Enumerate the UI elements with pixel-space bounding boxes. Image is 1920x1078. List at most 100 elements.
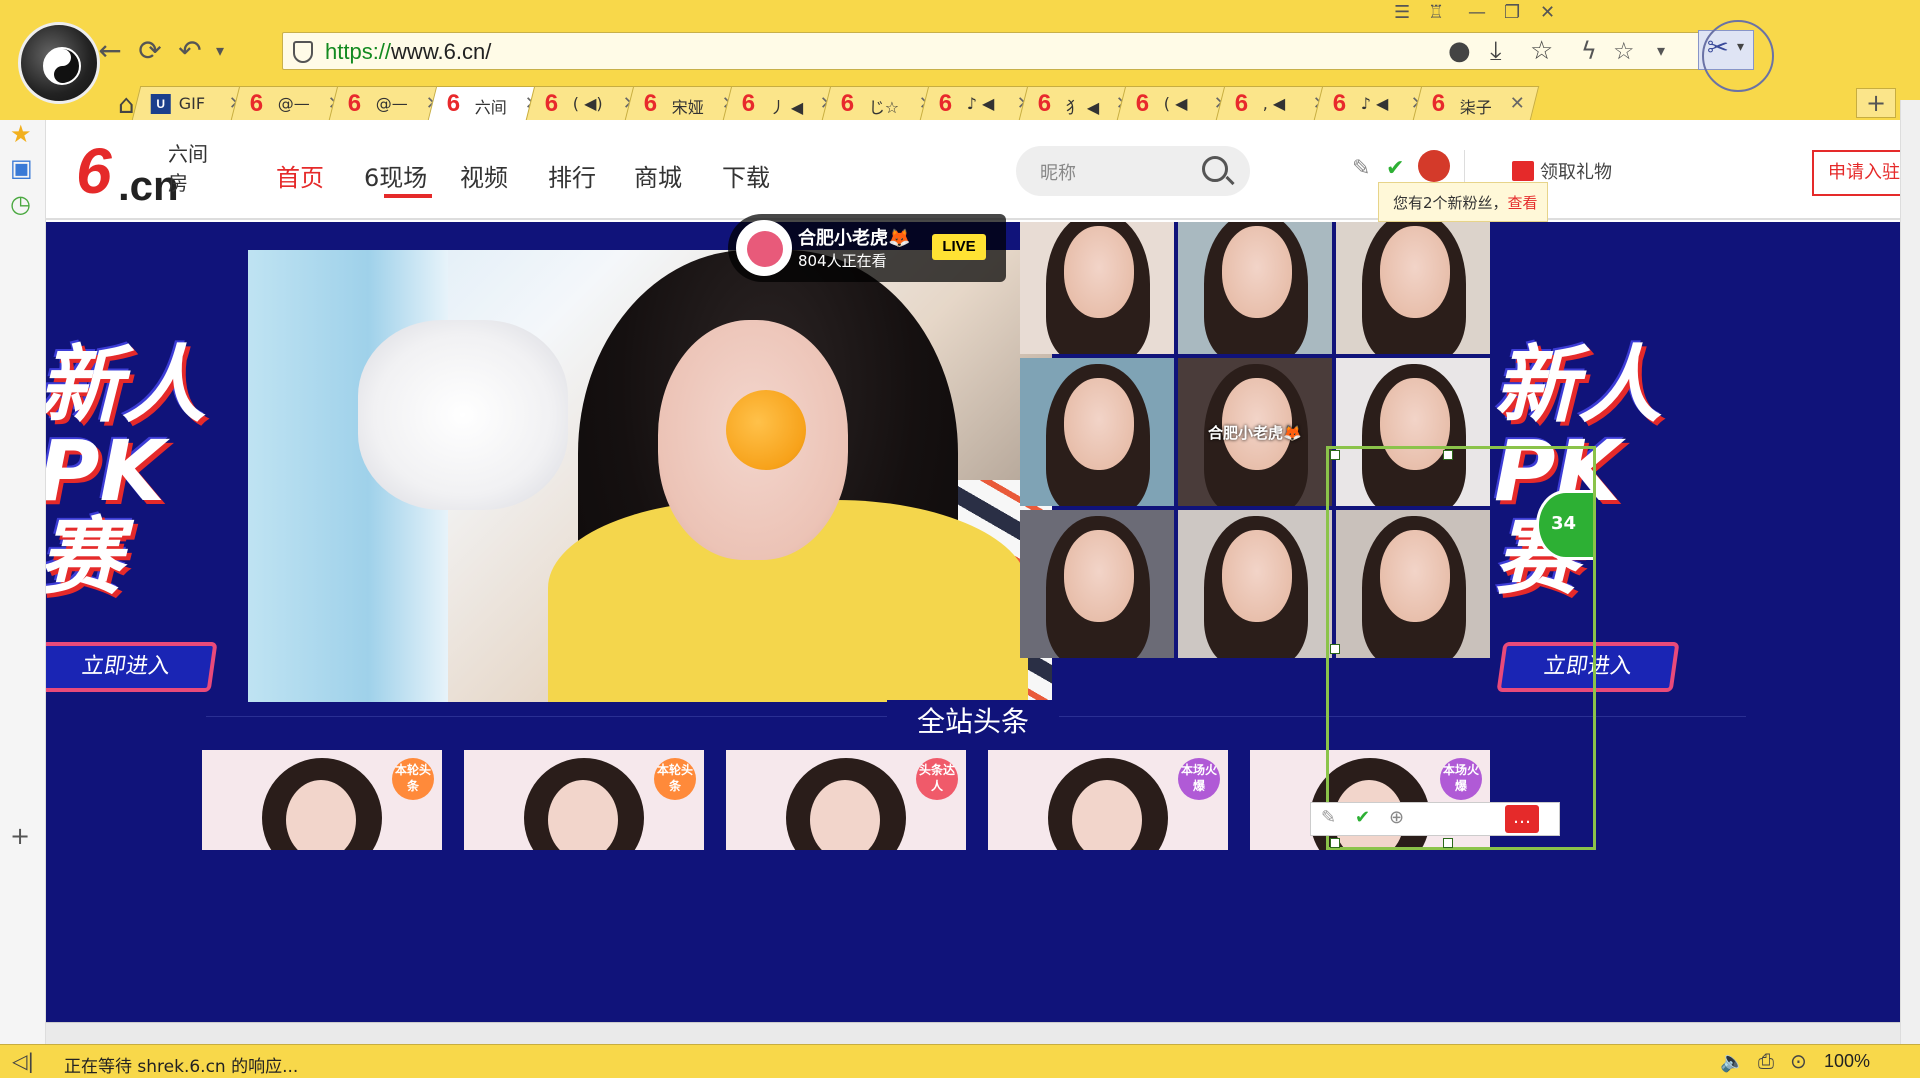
nav-item[interactable]: 6现场: [364, 158, 427, 193]
addr-dropdown-icon[interactable]: ▾: [1657, 41, 1665, 60]
selection-handle[interactable]: [1443, 838, 1453, 848]
selection-handle[interactable]: [1443, 450, 1453, 460]
sidebar-toggle-icon[interactable]: ◁|: [12, 1049, 34, 1073]
search-icon[interactable]: [1202, 156, 1228, 182]
nav-item[interactable]: 视频: [460, 158, 508, 193]
menu-icon[interactable]: ☰: [1394, 2, 1410, 23]
undo-dropdown-icon[interactable]: ▾: [202, 33, 238, 69]
promo-banner-left[interactable]: 新人 PK赛 立即进入: [46, 342, 218, 692]
view-fans-link[interactable]: 查看: [1508, 194, 1538, 212]
add-sidebar-icon[interactable]: +: [10, 822, 30, 850]
headline-card[interactable]: 本轮头条: [464, 750, 704, 850]
live-video-player[interactable]: [248, 250, 1052, 702]
refresh-icon[interactable]: ⟳: [132, 33, 168, 69]
tab-favicon-icon: 6: [446, 90, 460, 117]
selection-handle[interactable]: [1330, 644, 1340, 654]
address-bar[interactable]: https://www.6.cn/ ϟ ☆ ▾: [282, 32, 1700, 70]
streamer-thumbnail[interactable]: [1020, 358, 1174, 506]
streamer-avatar[interactable]: [736, 220, 792, 276]
active-menu-underline: [384, 194, 432, 198]
browser-sidebar: ★ ▣ ◷ +: [0, 120, 46, 1044]
chat-icon[interactable]: …: [1505, 805, 1539, 833]
tab-title: ♪ ◀: [1360, 94, 1389, 113]
gift-icon: [1512, 161, 1534, 181]
site-logo[interactable]: 6 .cn 六间房: [76, 136, 216, 209]
streamer-thumbnail[interactable]: [1178, 222, 1332, 354]
security-status-icon[interactable]: ⊙: [1790, 1049, 1807, 1073]
chat-bubble-icon[interactable]: ●: [1448, 36, 1471, 66]
horizontal-scrollbar[interactable]: [46, 1022, 1900, 1044]
url-text[interactable]: https://www.6.cn/: [325, 39, 491, 65]
nav-item[interactable]: 首页: [276, 158, 324, 193]
skin-icon[interactable]: ♖: [1428, 2, 1444, 23]
tab-favicon-icon: 6: [1332, 90, 1347, 117]
card-tag-badge: 本轮头条: [654, 758, 696, 800]
nav-item[interactable]: 商城: [634, 158, 682, 193]
headline-card[interactable]: 本场火爆: [988, 750, 1228, 850]
nav-item[interactable]: 排行: [548, 158, 596, 193]
streamer-name[interactable]: 合肥小老虎🦊: [798, 224, 910, 250]
favorites-star-icon[interactable]: ★: [10, 120, 32, 148]
back-arrow-icon[interactable]: ←: [92, 33, 128, 69]
tab-title: @—: [375, 94, 408, 113]
edit-icon[interactable]: ✎: [1352, 156, 1370, 181]
browser-toolbar: ← ⟳ ↶ ▾ https://www.6.cn/ ϟ ☆ ▾ ✂ ▾ ● ⤓ …: [0, 0, 1920, 120]
restore-icon[interactable]: ❐: [1504, 2, 1520, 23]
live-info-badge[interactable]: 合肥小老虎🦊 804人正在看 LIVE: [728, 214, 1006, 282]
tablet-icon[interactable]: ▣: [10, 154, 33, 182]
viewer-count: 804人正在看: [798, 252, 887, 270]
zoom-small-icon[interactable]: ⊕: [1389, 807, 1404, 828]
tab-title: , ◀: [1262, 94, 1285, 113]
check-circle-icon[interactable]: ✔: [1386, 156, 1404, 181]
promo-title-line1: 新人: [1494, 336, 1663, 434]
headline-card[interactable]: 头条达人: [726, 750, 966, 850]
screenshot-selection[interactable]: [1326, 446, 1596, 850]
streamer-thumbnail[interactable]: [1336, 222, 1490, 354]
zoom-level[interactable]: 100%: [1824, 1051, 1870, 1072]
nav-item[interactable]: 下载: [722, 158, 770, 193]
download-icon[interactable]: ⤓: [1490, 36, 1502, 67]
streamer-thumbnail[interactable]: [1020, 222, 1174, 354]
selection-handle[interactable]: [1330, 838, 1340, 848]
tab-favicon-icon: 6: [741, 90, 756, 117]
selection-handle[interactable]: [1330, 450, 1340, 460]
edit-small-icon[interactable]: ✎: [1321, 807, 1336, 828]
streamer-thumbnail[interactable]: 合肥小老虎🦊: [1178, 358, 1332, 506]
new-fans-tip: 您有2个新粉丝，查看: [1378, 182, 1548, 222]
new-tab-button[interactable]: +: [1856, 88, 1896, 118]
star-icon[interactable]: ☆: [1613, 37, 1635, 65]
tab-favicon-icon: 6: [643, 90, 657, 117]
tab-favicon-icon: U: [150, 94, 171, 114]
headline-card[interactable]: 本轮头条: [202, 750, 442, 850]
tab-close-icon[interactable]: ✕: [1509, 93, 1524, 114]
main-content: 新人 PK赛 立即进入 新人 PK赛 立即进入 合肥小老虎🦊 全站头条 本轮头条 本轮…: [46, 222, 1900, 1022]
tab-title: 犭 ◀: [1065, 98, 1099, 117]
volume-icon[interactable]: 🔈: [1720, 1049, 1745, 1073]
search-box[interactable]: 昵称: [1016, 146, 1250, 196]
user-avatar[interactable]: [1418, 150, 1450, 182]
printer-icon[interactable]: ⎙: [1758, 1049, 1774, 1073]
tab-title: 丿 ◀: [769, 98, 804, 117]
browser-tab[interactable]: 6 柒子 ✕: [1412, 86, 1539, 120]
streamer-thumbnail[interactable]: [1178, 510, 1332, 658]
tab-favicon-icon: 6: [1037, 90, 1051, 117]
search-input[interactable]: 昵称: [1040, 159, 1076, 185]
tab-favicon-icon: 6: [1234, 90, 1248, 117]
tab-title: GIF: [178, 94, 206, 113]
tab-favicon-icon: 6: [840, 90, 854, 117]
enter-now-button[interactable]: 立即进入: [46, 642, 218, 692]
minimize-icon[interactable]: —: [1468, 2, 1486, 23]
history-clock-icon[interactable]: ◷: [10, 190, 31, 218]
tab-title: 柒子: [1459, 98, 1492, 117]
close-window-icon[interactable]: ✕: [1540, 2, 1555, 23]
tab-favicon-icon: 6: [249, 90, 263, 117]
gift-link[interactable]: 领取礼物: [1512, 158, 1612, 184]
vertical-scrollbar[interactable]: [1900, 100, 1920, 1044]
check-small-icon[interactable]: ✔: [1355, 807, 1370, 828]
streamer-thumbnail[interactable]: [1020, 510, 1174, 658]
tab-title: @—: [277, 94, 310, 113]
favorites-icon[interactable]: ☆: [1530, 36, 1553, 66]
floating-mini-toolbar: ✎ ✔ ⊕ …: [1310, 802, 1560, 836]
tab-title: ( ◀: [1163, 94, 1188, 113]
lightning-icon[interactable]: ϟ: [1581, 37, 1597, 65]
